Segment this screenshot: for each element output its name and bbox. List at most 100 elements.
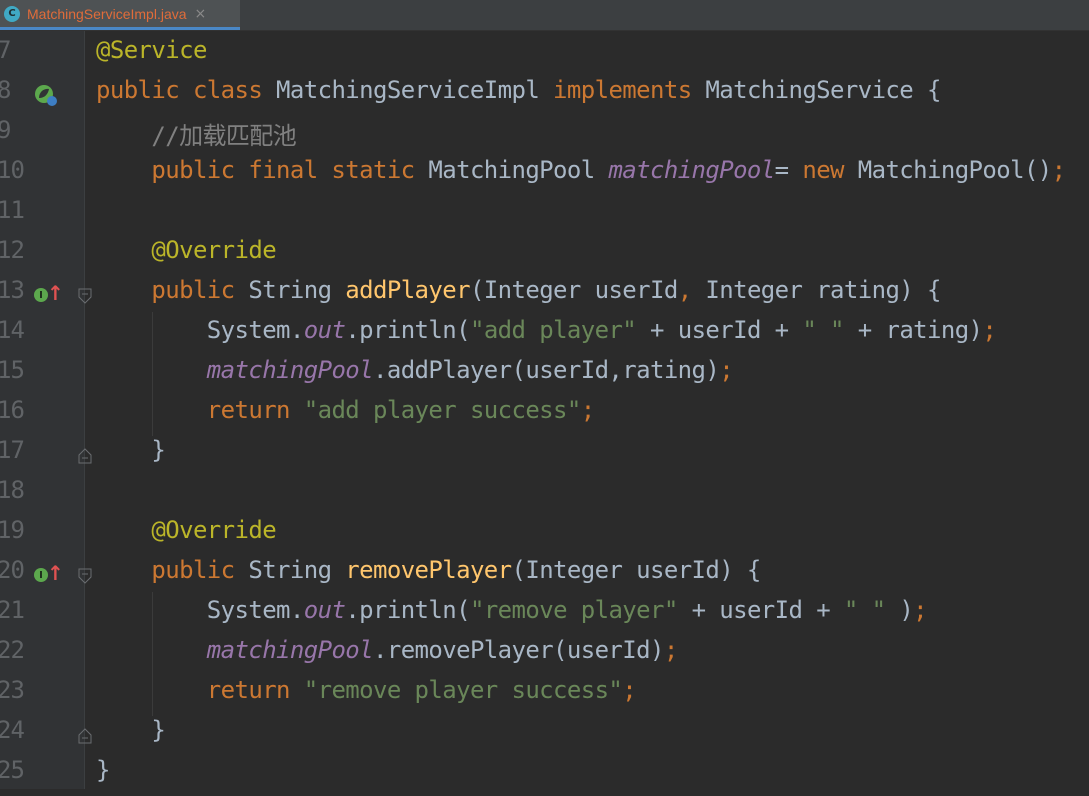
code-text: @Override <box>96 236 276 264</box>
code-token: matchingPool <box>206 636 374 664</box>
code-text: System.out.println("remove player" + use… <box>96 596 928 624</box>
line-number[interactable]: 7 <box>0 36 27 64</box>
code-line[interactable]: 16 return "add player success"; <box>0 396 1089 436</box>
line-number[interactable]: 18 <box>0 476 27 504</box>
code-token: MatchingService { <box>705 76 941 104</box>
code-text: } <box>96 756 110 784</box>
code-line[interactable]: 8 public class MatchingServiceImpl implem… <box>0 76 1089 116</box>
code-line[interactable]: 21 System.out.println("remove player" + … <box>0 596 1089 636</box>
code-token: ; <box>663 636 678 664</box>
code-editor[interactable]: 7 @Service 8 public class MatchingServiceIm… <box>0 31 1089 789</box>
code-token: ; <box>622 676 637 704</box>
fold-end-icon[interactable] <box>78 448 92 464</box>
code-token: " " <box>843 596 900 624</box>
code-line[interactable]: 17 } <box>0 436 1089 476</box>
code-line[interactable]: 24 } <box>0 716 1089 756</box>
line-number[interactable]: 10 <box>0 156 27 184</box>
code-token: ; <box>982 316 997 344</box>
code-token: ; <box>580 396 595 424</box>
code-token: (Integer userId <box>469 276 678 304</box>
code-token: @Override <box>96 516 277 544</box>
code-token: //加载匹配池 <box>96 122 297 150</box>
code-token: .addPlayer(userId,rating) <box>373 356 720 384</box>
tab-matching-service-impl[interactable]: C MatchingServiceImpl.java × <box>0 0 240 30</box>
code-text: public final static MatchingPool matchin… <box>96 156 1066 184</box>
code-line[interactable]: 22 matchingPool.removePlayer(userId); <box>0 636 1089 676</box>
line-number[interactable]: 24 <box>0 716 27 744</box>
code-token: MatchingPool <box>428 156 609 184</box>
code-token: ; <box>913 596 928 624</box>
close-icon[interactable]: × <box>195 6 207 22</box>
code-token: public class <box>96 76 277 104</box>
line-number[interactable]: 9 <box>0 116 27 144</box>
code-line[interactable]: 11 <box>0 196 1089 236</box>
line-number[interactable]: 17 <box>0 436 27 464</box>
code-text: @Override <box>96 516 276 544</box>
indent-guide <box>152 592 153 716</box>
code-text: } <box>96 436 165 464</box>
line-number[interactable]: 8 <box>0 76 27 104</box>
code-line[interactable]: 19 @Override <box>0 516 1089 556</box>
code-line[interactable]: 15 matchingPool.addPlayer(userId,rating)… <box>0 356 1089 396</box>
code-token: "remove player" <box>469 596 692 624</box>
code-line[interactable]: 13 public String addPlayer(Integer userI… <box>0 276 1089 316</box>
code-line[interactable]: 18 <box>0 476 1089 516</box>
code-text: public String addPlayer(Integer userId, … <box>96 276 941 304</box>
line-number[interactable]: 25 <box>0 756 27 784</box>
line-number[interactable]: 14 <box>0 316 27 344</box>
line-number[interactable]: 19 <box>0 516 27 544</box>
line-number[interactable]: 11 <box>0 196 27 224</box>
code-text: } <box>96 716 165 744</box>
code-token: System. <box>96 316 305 344</box>
code-text: return "remove player success"; <box>96 676 637 704</box>
code-token: public final static <box>96 156 429 184</box>
go-to-super-arrow-icon[interactable]: ↑ <box>47 561 64 585</box>
line-number[interactable]: 12 <box>0 236 27 264</box>
code-token: matchingPool <box>608 156 775 184</box>
code-token: .println( <box>345 316 470 344</box>
code-token: } <box>96 756 110 784</box>
implements-method-icon[interactable]: I <box>34 568 48 582</box>
code-text: //加载匹配池 <box>96 116 296 151</box>
code-line[interactable]: 10 public final static MatchingPool matc… <box>0 156 1089 196</box>
line-number[interactable]: 13 <box>0 276 27 304</box>
code-line[interactable]: 23 return "remove player success"; <box>0 676 1089 716</box>
code-line[interactable]: 7 @Service <box>0 36 1089 76</box>
code-token: + userId + <box>691 596 844 624</box>
line-number[interactable]: 23 <box>0 676 27 704</box>
implements-method-icon[interactable]: I <box>34 288 48 302</box>
line-number[interactable]: 22 <box>0 636 27 664</box>
code-line[interactable]: 25} <box>0 756 1089 796</box>
code-line[interactable]: 14 System.out.println("add player" + use… <box>0 316 1089 356</box>
code-token: implements <box>553 76 706 104</box>
code-text: @Service <box>96 36 207 64</box>
code-text: System.out.println("add player" + userId… <box>96 316 997 344</box>
tab-label: MatchingServiceImpl.java <box>27 5 187 22</box>
code-token: Integer rating) { <box>705 276 941 304</box>
fold-collapse-icon[interactable] <box>78 288 92 304</box>
code-text: return "add player success"; <box>96 396 595 424</box>
spring-bean-icon[interactable] <box>34 84 58 108</box>
code-token: "remove player success" <box>303 676 623 704</box>
code-text: matchingPool.addPlayer(userId,rating); <box>96 356 734 384</box>
code-token: new <box>802 156 858 184</box>
code-token: public <box>96 556 249 584</box>
code-token: out <box>303 316 346 344</box>
code-token: , <box>677 276 706 304</box>
line-number[interactable]: 20 <box>0 556 27 584</box>
code-line[interactable]: 12 @Override <box>0 236 1089 276</box>
code-token: = <box>774 156 803 184</box>
code-token: @Service <box>96 36 207 64</box>
code-text: matchingPool.removePlayer(userId); <box>96 636 679 664</box>
code-token: .removePlayer(userId) <box>373 636 664 664</box>
code-token: out <box>303 596 346 624</box>
line-number[interactable]: 16 <box>0 396 27 424</box>
code-line[interactable]: 9 //加载匹配池 <box>0 116 1089 156</box>
code-line[interactable]: 20 public String removePlayer(Integer us… <box>0 556 1089 596</box>
line-number[interactable]: 15 <box>0 356 27 384</box>
code-token: MatchingPool() <box>857 156 1052 184</box>
fold-collapse-icon[interactable] <box>78 568 92 584</box>
go-to-super-arrow-icon[interactable]: ↑ <box>47 281 64 305</box>
line-number[interactable]: 21 <box>0 596 27 624</box>
fold-end-icon[interactable] <box>78 728 92 744</box>
